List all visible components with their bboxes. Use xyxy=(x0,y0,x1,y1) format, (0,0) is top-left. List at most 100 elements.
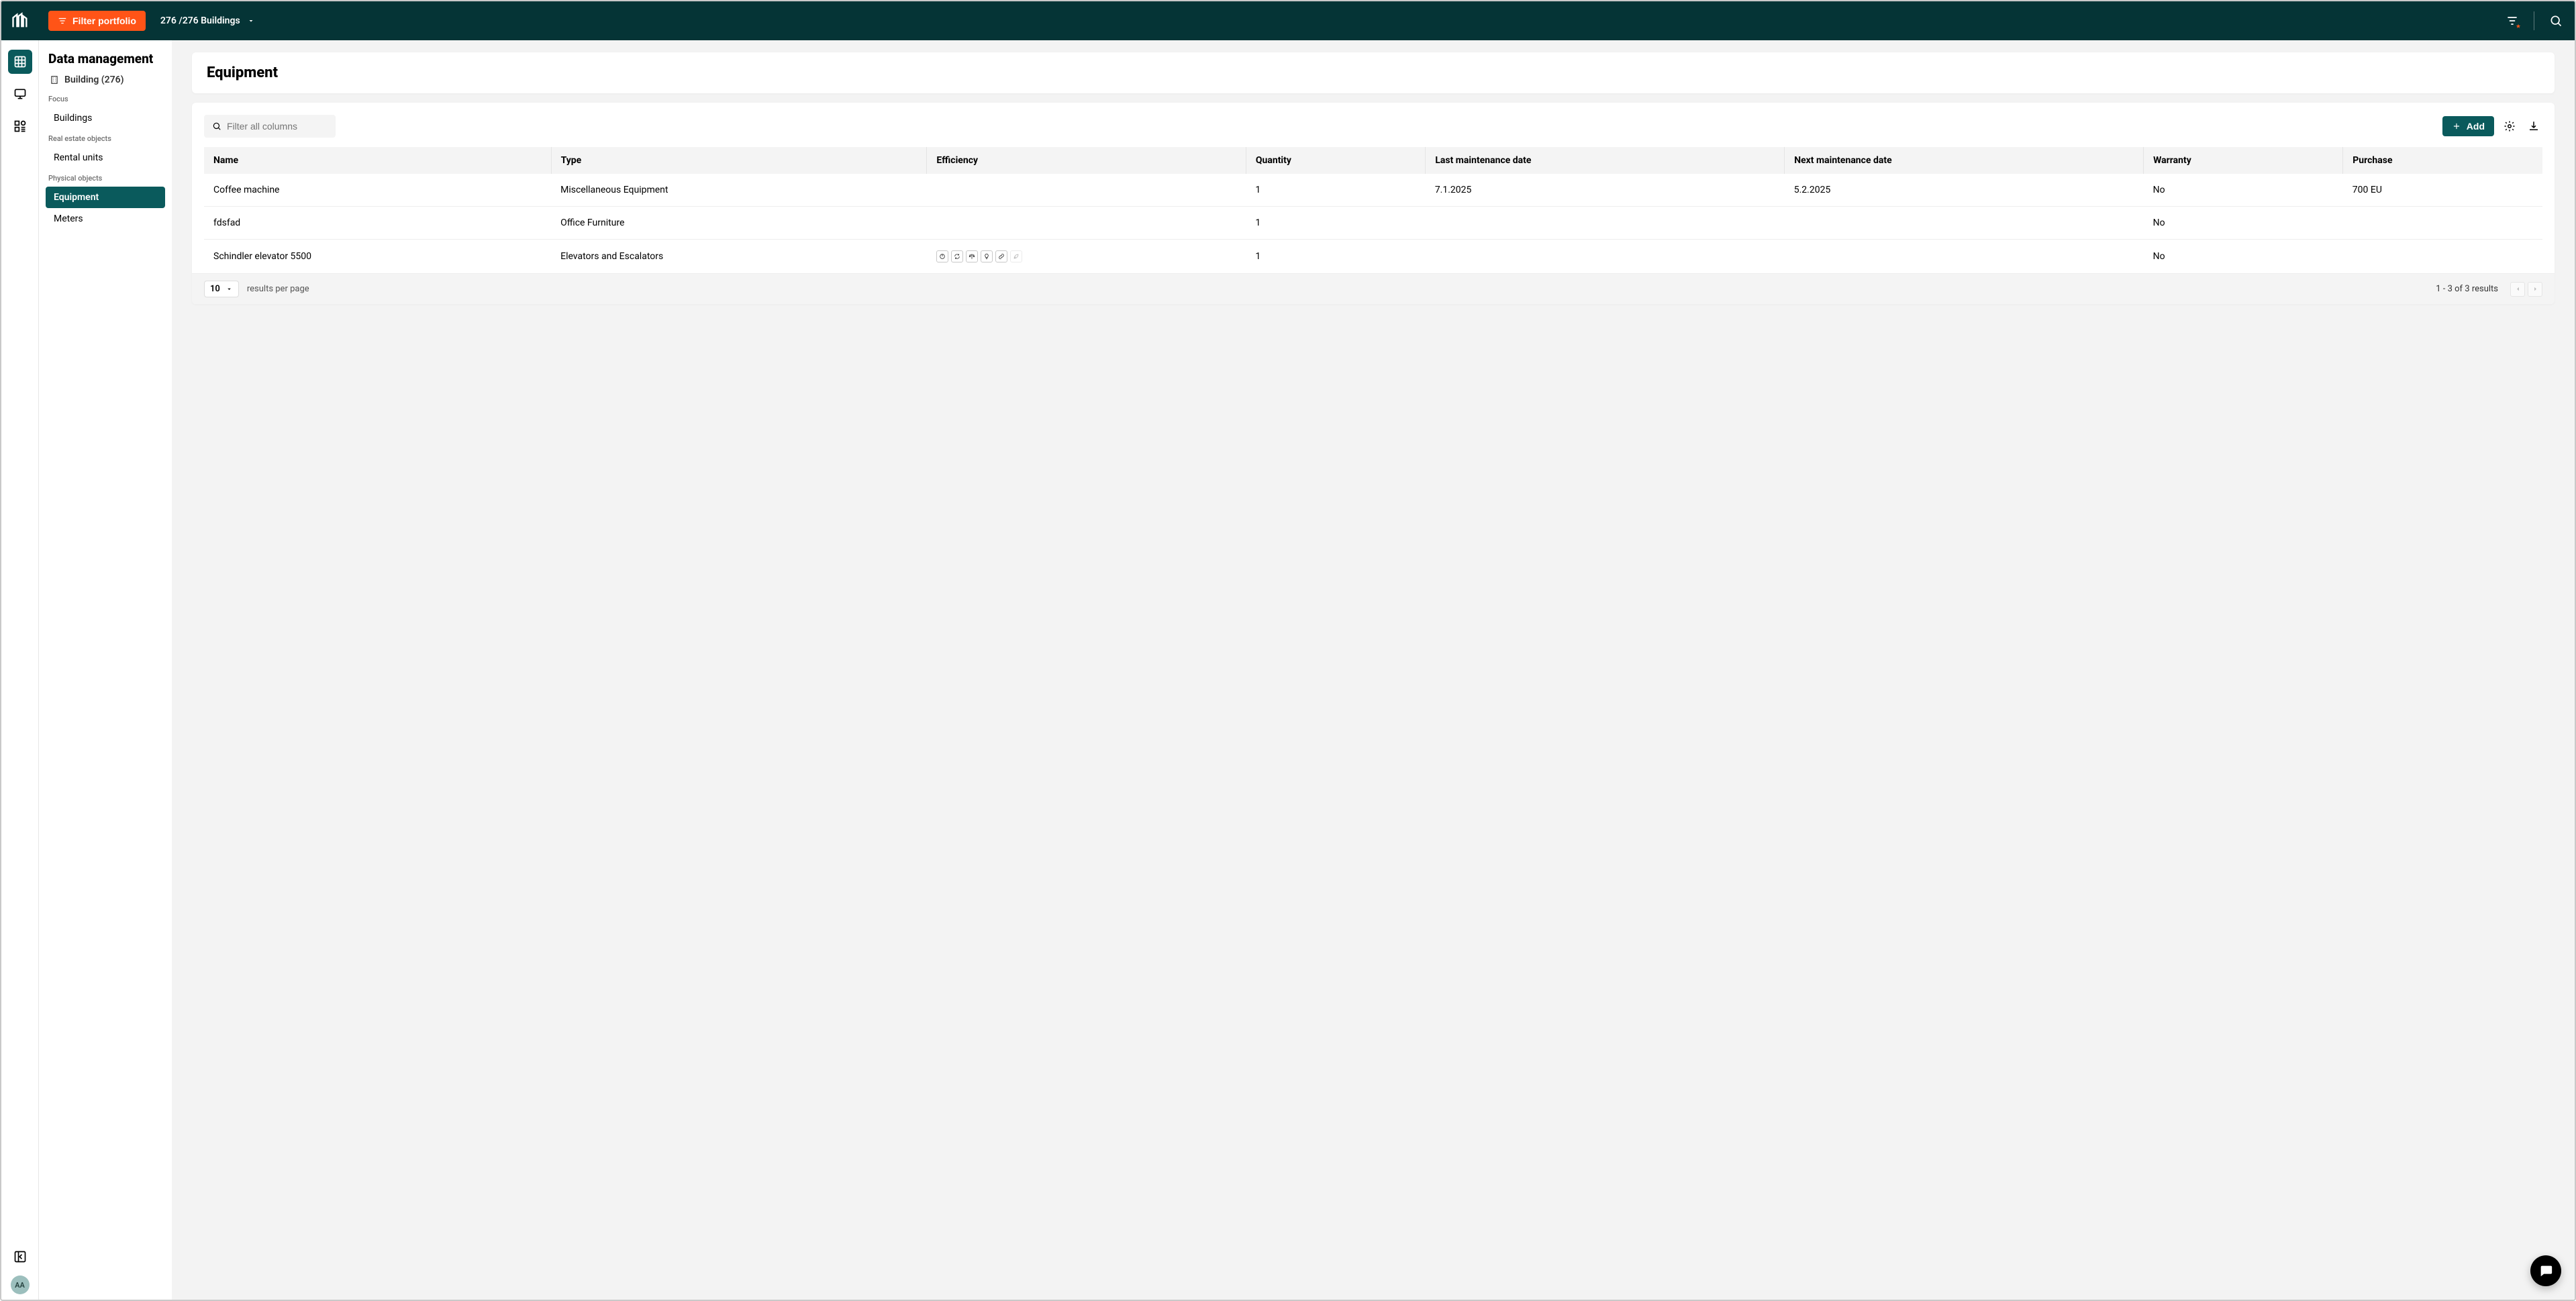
cell-last: 7.1.2025 xyxy=(1426,174,1785,207)
chevron-right-icon xyxy=(2532,285,2539,293)
user-avatar[interactable]: AA xyxy=(11,1275,30,1294)
download-button[interactable] xyxy=(2525,117,2542,135)
nav-item-rental-units[interactable]: Rental units xyxy=(46,147,165,168)
cell-quantity: 1 xyxy=(1246,240,1425,274)
chat-fab[interactable] xyxy=(2530,1255,2561,1286)
add-button[interactable]: Add xyxy=(2442,116,2494,136)
app-logo xyxy=(11,11,30,30)
page-size-value: 10 xyxy=(210,284,220,294)
building-count-dropdown[interactable]: 276 /276 Buildings xyxy=(160,15,255,26)
top-bar: Filter portfolio 276 /276 Buildings xyxy=(1,1,2575,40)
rail-item-widgets[interactable] xyxy=(8,114,32,138)
cell-next xyxy=(1785,207,2144,240)
eff-power-icon xyxy=(936,250,948,262)
cell-efficiency xyxy=(927,240,1246,274)
col-last-maintenance[interactable]: Last maintenance date xyxy=(1426,147,1785,174)
building-count-text: 276 /276 Buildings xyxy=(160,15,240,26)
group-label-physical: Physical objects xyxy=(48,174,165,183)
cell-name: fdsfad xyxy=(204,207,551,240)
table-pager: 10 results per page 1 - 3 of 3 results xyxy=(192,273,2555,304)
search-input[interactable] xyxy=(227,121,328,132)
cell-quantity: 1 xyxy=(1246,207,1425,240)
chevron-left-icon xyxy=(2514,285,2522,293)
search-icon xyxy=(2549,14,2563,28)
cell-type: Elevators and Escalators xyxy=(551,240,927,274)
col-name[interactable]: Name xyxy=(204,147,551,174)
chevron-down-icon xyxy=(247,17,255,25)
search-icon xyxy=(212,121,221,132)
col-warranty[interactable]: Warranty xyxy=(2144,147,2343,174)
add-button-label: Add xyxy=(2467,121,2485,132)
table-settings-button[interactable] xyxy=(2501,117,2518,135)
collapse-icon xyxy=(13,1250,27,1263)
eff-scale-icon xyxy=(966,250,978,262)
cell-last xyxy=(1426,240,1785,274)
group-label-focus: Focus xyxy=(48,95,165,103)
gear-icon xyxy=(2504,120,2516,132)
filter-portfolio-button[interactable]: Filter portfolio xyxy=(48,11,146,31)
cell-warranty: No xyxy=(2144,174,2343,207)
saved-filters-button[interactable] xyxy=(2503,11,2522,30)
table-row[interactable]: Coffee machine Miscellaneous Equipment 1… xyxy=(204,174,2542,207)
cell-warranty: No xyxy=(2144,240,2343,274)
cell-name: Schindler elevator 5500 xyxy=(204,240,551,274)
page-title: Equipment xyxy=(207,64,2540,81)
per-page-label: results per page xyxy=(247,284,309,294)
col-type[interactable]: Type xyxy=(551,147,927,174)
cell-type: Miscellaneous Equipment xyxy=(551,174,927,207)
page-title-card: Equipment xyxy=(192,52,2555,93)
col-efficiency[interactable]: Efficiency xyxy=(927,147,1246,174)
monitor-icon xyxy=(13,87,27,101)
table-row[interactable]: Schindler elevator 5500 Elevators and Es… xyxy=(204,240,2542,274)
eff-bulb-icon xyxy=(981,250,993,262)
results-summary: 1 - 3 of 3 results xyxy=(2436,284,2498,294)
search-field[interactable] xyxy=(204,115,336,138)
widgets-icon xyxy=(13,119,27,133)
star-icon xyxy=(2516,23,2521,29)
sidebar: Data management Building (276) Focus Bui… xyxy=(39,40,172,1300)
cell-next xyxy=(1785,240,2144,274)
rail-item-data[interactable] xyxy=(8,50,32,74)
search-button[interactable] xyxy=(2546,11,2565,30)
avatar-initials: AA xyxy=(15,1281,25,1290)
col-next-maintenance[interactable]: Next maintenance date xyxy=(1785,147,2144,174)
next-page-button[interactable] xyxy=(2528,282,2542,297)
nav-item-equipment[interactable]: Equipment xyxy=(46,187,165,208)
table-scroll[interactable]: Name Type Efficiency Quantity Last maint… xyxy=(204,147,2542,273)
building-icon xyxy=(50,75,59,85)
cell-last xyxy=(1426,207,1785,240)
chat-icon xyxy=(2538,1263,2553,1278)
download-icon xyxy=(2528,120,2540,132)
icon-rail: AA xyxy=(1,40,39,1300)
cell-next: 5.2.2025 xyxy=(1785,174,2144,207)
cell-efficiency xyxy=(927,174,1246,207)
cell-efficiency xyxy=(927,207,1246,240)
chevron-down-icon xyxy=(226,285,233,293)
filter-portfolio-label: Filter portfolio xyxy=(72,15,136,26)
sidebar-scope[interactable]: Building (276) xyxy=(50,75,165,85)
cell-warranty: No xyxy=(2144,207,2343,240)
rail-item-monitor[interactable] xyxy=(8,82,32,106)
nav-item-meters[interactable]: Meters xyxy=(46,208,165,230)
filter-icon xyxy=(58,16,67,26)
prev-page-button[interactable] xyxy=(2510,282,2525,297)
table-row[interactable]: fdsfad Office Furniture 1 No xyxy=(204,207,2542,240)
nav-item-buildings[interactable]: Buildings xyxy=(46,107,165,129)
col-purchase[interactable]: Purchase xyxy=(2343,147,2542,174)
cell-type: Office Furniture xyxy=(551,207,927,240)
col-quantity[interactable]: Quantity xyxy=(1246,147,1425,174)
plus-icon xyxy=(2452,122,2461,131)
main-content: Equipment Add xyxy=(172,40,2575,1300)
eff-refresh-icon xyxy=(951,250,963,262)
eff-leaf-icon xyxy=(1010,250,1022,262)
table-card: Add Name Type xyxy=(192,103,2555,304)
equipment-table: Name Type Efficiency Quantity Last maint… xyxy=(204,147,2542,273)
cell-purchase xyxy=(2343,207,2542,240)
eff-link-icon xyxy=(995,250,1007,262)
cell-name: Coffee machine xyxy=(204,174,551,207)
page-size-select[interactable]: 10 xyxy=(204,281,239,297)
sidebar-title: Data management xyxy=(48,51,165,66)
collapse-sidebar-button[interactable] xyxy=(11,1247,30,1266)
sidebar-scope-text: Building (276) xyxy=(64,75,124,85)
efficiency-icons xyxy=(936,250,1022,262)
